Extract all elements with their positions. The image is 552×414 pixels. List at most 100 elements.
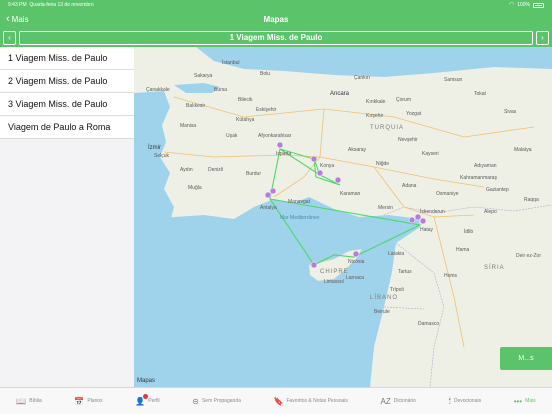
tab-sem-propaganda[interactable]: ⊝ Sem Propaganda [192,397,241,406]
route-list-item[interactable]: 2 Viagem Miss. de Paulo [0,70,134,93]
map-label: Niğde [376,161,390,167]
map-label: Homs [444,273,458,279]
wifi-icon: ◠ [508,2,515,8]
battery-icon [533,2,544,8]
chevron-right-icon: › [541,33,544,42]
mediterranean-sea [134,197,420,387]
map-label: Deir ez-Zor [516,253,542,259]
person-icon: 👤 [135,393,149,406]
map-label: Samsun [444,77,463,83]
tab-label: Perfil [148,398,160,404]
map-label: Isparta [276,151,292,157]
tab-biblia[interactable]: 📖 Bíblia [16,397,41,406]
map-pin [310,155,318,163]
top-bar: 9:43 PM Quarta-feira 13 de novembro ◠ 10… [0,0,552,47]
tab-devocionais[interactable]: 🕯 Devocionais [449,396,482,406]
app-window: 9:43 PM Quarta-feira 13 de novembro ◠ 10… [0,0,552,414]
map-pin [276,141,284,149]
border-line [395,242,445,387]
map-label: Adana [402,183,417,189]
tab-planos[interactable]: 📅 Planos [74,397,102,406]
route-list-item[interactable]: 1 Viagem Miss. de Paulo [0,47,134,70]
map-view[interactable]: İstanbul Sakarya Bolu Çankırı Samsun Çan… [134,47,552,387]
map-canvas [134,47,552,387]
map-label: Gaziantep [486,187,509,193]
map-label: Bilecik [238,97,253,103]
map-options-button[interactable]: M...s [500,347,552,370]
map-label: Çorum [396,97,412,103]
map-label: Antalya [260,205,277,211]
map-label: Muğla [188,185,202,191]
map-label: Bolu [260,71,271,77]
map-label: CHIPRE [320,269,349,275]
black-sea [196,47,552,77]
border-line [383,204,552,216]
map-label: Kayseri [422,151,439,157]
road [173,96,535,138]
road [433,216,465,348]
tab-dicionario[interactable]: AZ Dicionário [380,397,415,406]
map-label: Alepo [484,209,497,215]
map-pin [408,216,416,224]
route-list-item[interactable]: 3 Viagem Miss. de Paulo [0,93,134,116]
map-label: Sivas [504,109,517,115]
next-route-button[interactable]: › [536,31,549,45]
map-label: Uşak [226,133,238,139]
map-label: Larnaca [346,275,365,281]
previous-route-button[interactable]: ‹ [3,31,16,45]
tab-label: Planos [87,398,103,404]
map-label: Tartus [398,269,412,275]
current-route-field[interactable]: 1 Viagem Miss. de Paulo [19,31,533,45]
map-label: Ancara [330,91,350,97]
map-pin [352,250,360,258]
map-label: Hama [456,247,470,253]
map-label: Eskişehir [256,107,277,113]
map-label: Selçuk [154,153,170,159]
map-label: Damasco [418,321,440,327]
status-bar: 9:43 PM Quarta-feira 13 de novembro ◠ 10… [0,0,552,10]
map-label: Çanakkale [146,87,170,93]
tab-label: Mais [525,398,536,404]
map-label: Manisa [180,123,197,129]
route-list: 1 Viagem Miss. de Paulo 2 Viagem Miss. d… [0,47,134,139]
tab-favoritos[interactable]: 🔖 Favoritos & Notas Pessoais [273,397,347,406]
tab-label: Favoritos & Notas Pessoais [286,398,348,404]
map-pin [310,261,318,269]
tab-bar: 📖 Bíblia 📅 Planos 👤 Perfil ⊝ Sem Propaganda … [0,387,552,414]
map-pin [269,187,277,195]
status-right: ◠ 100% [509,0,544,10]
navigation-bar: ‹ Mais Mapas [0,10,552,31]
map-label: Malatya [514,147,532,153]
map-label: SÍRIA [484,265,505,271]
map-label: Kütahya [236,117,255,123]
route-list-item[interactable]: Viagem de Paulo a Roma [0,116,134,139]
map-label: Raqqa [524,197,539,203]
no-ads-icon: ⊝ [192,396,199,406]
map-label: Kahramanmaraş [460,175,497,181]
map-label: Mersin [378,205,394,211]
map-label: LÍBANO [370,295,399,301]
notification-badge [143,393,149,399]
book-icon: 📖 [16,396,27,406]
map-label: Aksaray [348,147,367,153]
map-pin [334,176,342,184]
map-label: Sakarya [194,73,213,79]
map-label: Adıyaman [474,163,497,169]
map-label: TURQUIA [370,125,404,131]
map-label: Aydın [180,167,193,173]
battery-percent: 100% [517,2,530,8]
map-label: Yozgat [406,111,422,117]
devotional-icon: 🕯 [448,396,451,405]
map-label: Karaman [340,191,361,197]
map-label: Latakia [388,251,405,257]
more-icon: ••• [513,396,523,406]
map-label: İstanbul [222,60,240,66]
route-sidebar: 1 Viagem Miss. de Paulo 2 Viagem Miss. d… [0,47,134,387]
map-label: Denizli [208,167,224,173]
map-label: Nevşehir [398,137,418,143]
map-label: Burdur [246,171,262,177]
maps-logo: Mapas [137,378,156,384]
tab-perfil[interactable]: 👤 Perfil [135,393,160,406]
tab-mais[interactable]: ••• Mais [514,397,536,406]
status-time-date: 9:43 PM Quarta-feira 13 de novembro [8,2,94,8]
